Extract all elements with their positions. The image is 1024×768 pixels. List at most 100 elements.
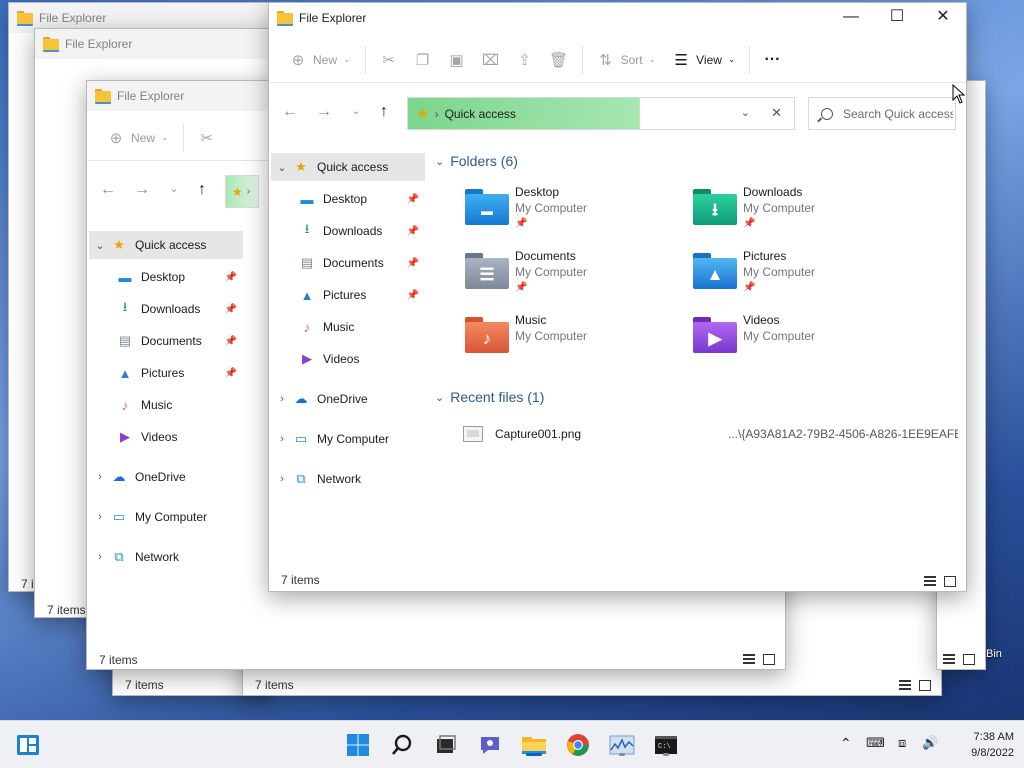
expand-arrow-icon[interactable]: › [271, 473, 293, 485]
nav-item-downloads[interactable]: ⭳ Downloads 📌 [89, 295, 243, 323]
view-toggle [943, 654, 975, 665]
tiles-view-icon[interactable] [963, 654, 975, 665]
tiles-view-icon[interactable] [763, 654, 775, 665]
file-explorer-taskbar-button[interactable] [520, 731, 548, 759]
expand-arrow-icon[interactable]: ⌄ [271, 161, 293, 174]
cut-button[interactable]: ✂ [190, 121, 224, 155]
back-arrow-icon[interactable]: ← [97, 179, 119, 201]
address-dropdown-icon[interactable]: ⌄ [741, 106, 750, 119]
tiles-view-icon[interactable] [919, 680, 931, 691]
nav-item-quick-access[interactable]: ⌄ ★ Quick access [89, 231, 243, 259]
nav-item-my-computer[interactable]: › ▭ My Computer [89, 503, 243, 531]
delete-button[interactable]: 🗑 [542, 43, 576, 77]
nav-item-music[interactable]: ♪ Music [89, 391, 243, 419]
task-view-button[interactable] [432, 731, 460, 759]
address-bar[interactable]: ★ › [225, 175, 259, 208]
details-view-icon[interactable] [943, 654, 955, 664]
up-arrow-icon[interactable]: ↑ [373, 101, 395, 123]
show-hidden-icons-chevron-icon[interactable]: ⌃ [840, 735, 852, 752]
recent-file-row[interactable]: Capture001.png ...\{A93A81A2-79B2-4506-A… [463, 423, 958, 445]
nav-item-network[interactable]: › ⧉ Network [271, 465, 425, 493]
back-arrow-icon[interactable]: ← [279, 101, 301, 123]
folder-tile-pictures[interactable]: ▲ Pictures My Computer 📌 [693, 249, 913, 309]
expand-arrow-icon[interactable]: › [89, 511, 111, 523]
details-view-icon[interactable] [924, 576, 936, 586]
more-options-button[interactable]: ··· [756, 43, 788, 77]
nav-item-desktop[interactable]: ▬ Desktop 📌 [271, 185, 425, 213]
keyboard-icon[interactable]: ⌨ [866, 735, 885, 751]
nav-item-pictures[interactable]: ▲ Pictures 📌 [89, 359, 243, 387]
expand-arrow-icon[interactable]: ⌄ [89, 239, 111, 252]
widgets-button[interactable] [14, 731, 42, 759]
expand-arrow-icon[interactable]: › [89, 471, 111, 483]
nav-item-downloads[interactable]: ⭳ Downloads 📌 [271, 217, 425, 245]
nav-item-videos[interactable]: ▶ Videos [89, 423, 243, 451]
start-button[interactable] [344, 731, 372, 759]
nav-item-pictures[interactable]: ▲ Pictures 📌 [271, 281, 425, 309]
new-button[interactable]: ⊕ New ⌄ [281, 43, 359, 77]
terminal-button[interactable]: C:\ [652, 731, 680, 759]
rename-button[interactable]: ⌧ [474, 43, 508, 77]
expand-arrow-icon[interactable]: › [89, 551, 111, 563]
nav-item-onedrive[interactable]: › ☁ OneDrive [89, 463, 243, 491]
maximize-button[interactable]: ☐ [874, 3, 920, 33]
nav-item-quick-access[interactable]: ⌄ ★ Quick access [271, 153, 425, 181]
minimize-button[interactable]: — [828, 3, 874, 33]
chrome-button[interactable] [564, 731, 592, 759]
paste-button[interactable]: ▣ [440, 43, 474, 77]
search-button[interactable] [388, 731, 416, 759]
nav-item-onedrive[interactable]: › ☁ OneDrive [271, 385, 425, 413]
folder-tile-desktop[interactable]: ▬ Desktop My Computer 📌 [465, 185, 685, 245]
folder-tile-documents[interactable]: ☰ Documents My Computer 📌 [465, 249, 685, 309]
nav-item-videos[interactable]: ▶ Videos [271, 345, 425, 373]
address-bar[interactable]: ★ › Quick access ⌄ ✕ [407, 97, 795, 130]
nav-item-my-computer[interactable]: › ▭ My Computer [271, 425, 425, 453]
details-view-icon[interactable] [743, 654, 755, 664]
forward-arrow-icon[interactable]: → [131, 179, 153, 201]
forward-arrow-icon[interactable]: → [313, 101, 335, 123]
details-view-icon[interactable] [899, 680, 911, 690]
expand-arrow-icon[interactable]: › [271, 393, 293, 405]
search-input[interactable] [843, 106, 953, 121]
new-button[interactable]: ⊕ New ⌄ [99, 121, 177, 155]
view-toggle [899, 680, 931, 691]
nav-item-desktop[interactable]: ▬ Desktop 📌 [89, 263, 243, 291]
resource-monitor-button[interactable] [608, 731, 636, 759]
title-bar[interactable]: File Explorer [35, 29, 269, 59]
recycle-bin-label[interactable]: Bin [986, 648, 1002, 660]
folder-tile-music[interactable]: ♪ Music My Computer [465, 313, 685, 373]
nav-item-music[interactable]: ♪ Music [271, 313, 425, 341]
tiles-view-icon[interactable] [944, 576, 956, 587]
volume-icon[interactable]: 🔊 [922, 735, 938, 751]
title-bar[interactable]: File Explorer — ☐ ✕ [269, 3, 966, 33]
recent-locations-icon[interactable]: ⌄ [345, 101, 367, 123]
star-icon: ★ [416, 105, 429, 121]
search-box[interactable] [808, 97, 956, 130]
network-icon[interactable]: ⧈ [898, 735, 906, 751]
folders-group-header[interactable]: ⌄ Folders (6) [435, 153, 518, 169]
music-icon: ♪ [121, 397, 129, 413]
desktop: File Explorer 7 items File Explorer 7 it… [0, 0, 1024, 720]
explorer-window-main[interactable]: File Explorer — ☐ ✕ ⊕ New ⌄ ✂ ❐ ▣ ⌧ ⇪ 🗑 … [268, 2, 967, 592]
nav-item-documents[interactable]: ▤ Documents 📌 [89, 327, 243, 355]
nav-item-documents[interactable]: ▤ Documents 📌 [271, 249, 425, 277]
sort-icon: ⇅ [599, 51, 612, 69]
copy-button[interactable]: ❐ [406, 43, 440, 77]
cut-button[interactable]: ✂ [372, 43, 406, 77]
up-arrow-icon[interactable]: ↑ [191, 179, 213, 201]
share-button[interactable]: ⇪ [508, 43, 542, 77]
close-button[interactable]: ✕ [920, 3, 966, 33]
clock[interactable]: 7:38 AM 9/8/2022 [971, 729, 1014, 761]
view-toggle [924, 576, 956, 587]
nav-item-network[interactable]: › ⧉ Network [89, 543, 243, 571]
expand-arrow-icon[interactable]: › [271, 433, 293, 445]
folder-tile-videos[interactable]: ▶ Videos My Computer [693, 313, 913, 373]
recent-group-header[interactable]: ⌄ Recent files (1) [435, 389, 544, 405]
sort-button[interactable]: ⇅ Sort ⌄ [589, 43, 665, 77]
recent-locations-icon[interactable]: ⌄ [163, 179, 185, 201]
view-button[interactable]: ☰ View ⌄ [664, 43, 743, 77]
chat-button[interactable] [476, 731, 504, 759]
folder-tile-downloads[interactable]: ⭳ Downloads My Computer 📌 [693, 185, 913, 245]
clear-address-icon[interactable]: ✕ [771, 105, 782, 121]
address-location[interactable]: Quick access [445, 107, 516, 121]
